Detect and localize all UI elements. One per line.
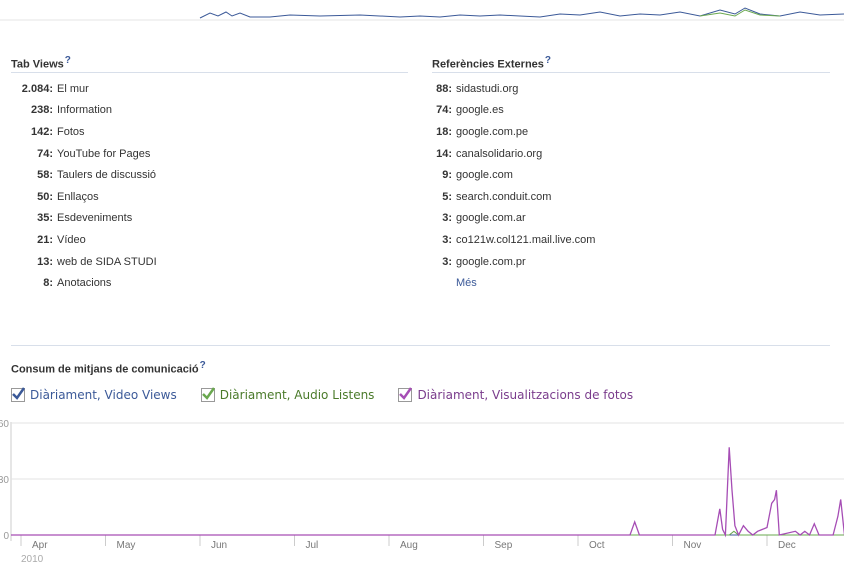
tab-view-row: 142: Fotos <box>0 121 157 143</box>
overview-chart-remnant-svg <box>0 7 844 21</box>
external-ref-count: 14: <box>436 147 452 160</box>
external-ref-row: 74: google.es <box>432 100 595 122</box>
external-ref-row: 3: google.com.pr <box>432 251 595 273</box>
tab-view-row: 21: Vídeo <box>0 229 157 251</box>
tab-view-label: Information <box>57 104 113 117</box>
tab-views-list: 2.084: El mur 238: Information 142: Fotos 74: Y… <box>0 78 157 294</box>
legend-label: Diàriament, Video Views <box>30 388 177 402</box>
tab-view-row: 58: Taulers de discussió <box>0 164 157 186</box>
external-ref-row: 3: google.com.ar <box>432 208 595 230</box>
tab-view-row: 238: Information <box>0 100 157 122</box>
external-ref-row: 3: co121w.col121.mail.live.com <box>432 229 595 251</box>
chart-x-tick-label: Dec <box>778 540 796 551</box>
media-help-icon[interactable]: ? <box>200 360 206 371</box>
tab-view-label: Esdeveniments <box>57 212 133 225</box>
external-ref-count: 5: <box>442 190 452 203</box>
tab-view-count: 58: <box>37 169 53 182</box>
external-ref-count: 88: <box>436 82 452 95</box>
external-ref-label: google.com <box>456 169 513 182</box>
chart-year-label: 2010 <box>21 554 44 565</box>
chart-legend: Diàriament, Video Views Diàriament, Audio… <box>11 387 657 402</box>
chart-x-tick-label: Jul <box>306 540 319 551</box>
overview-line <box>199 7 844 19</box>
external-ref-count: 9: <box>442 169 452 182</box>
external-ref-count: 3: <box>442 233 452 246</box>
chart-x-tick-label: Nov <box>684 540 702 551</box>
tab-view-label: Fotos <box>57 125 85 138</box>
external-ref-row: 9: google.com <box>432 164 595 186</box>
external-ref-count: 18: <box>436 125 452 138</box>
legend-item[interactable]: Diàriament, Visualitzacions de fotos <box>398 387 634 402</box>
tab-view-label: Vídeo <box>57 233 86 246</box>
chart-x-tick-label: May <box>117 540 136 551</box>
media-divider <box>11 345 830 346</box>
external-ref-label: google.com.ar <box>456 212 526 225</box>
legend-label: Diàriament, Visualitzacions de fotos <box>417 388 634 402</box>
tab-view-count: 238: <box>30 104 53 117</box>
external-refs-help-icon[interactable]: ? <box>545 55 551 66</box>
external-ref-count: 74: <box>436 104 452 117</box>
more-link[interactable]: Més <box>456 277 477 289</box>
checkbox-checked-icon[interactable] <box>398 387 413 402</box>
tab-views-divider <box>11 72 408 73</box>
chart-x-tick-label: Aug <box>400 540 418 551</box>
legend-item[interactable]: Diàriament, Video Views <box>11 387 177 402</box>
chart-x-tick-label: Apr <box>32 540 48 551</box>
tab-view-count: 35: <box>37 212 53 225</box>
chart-x-tick-label: Jun <box>211 540 227 551</box>
tab-view-count: 21: <box>37 233 53 246</box>
tab-view-count: 2.084: <box>21 82 53 95</box>
chart-series-line-2 <box>11 447 844 538</box>
tab-view-row: 13: web de SIDA STUDI <box>0 251 157 273</box>
tab-view-label: web de SIDA STUDI <box>57 255 157 268</box>
tab-view-row: 35: Esdeveniments <box>0 208 157 230</box>
tab-view-count: 13: <box>37 255 53 268</box>
external-ref-label: search.conduit.com <box>456 190 552 203</box>
external-refs-divider <box>432 72 830 73</box>
external-ref-count: 3: <box>442 255 452 268</box>
external-ref-row: 5: search.conduit.com <box>432 186 595 208</box>
external-ref-label: google.es <box>456 104 504 117</box>
tab-view-row: 2.084: El mur <box>0 78 157 100</box>
tab-view-count: 50: <box>37 190 53 203</box>
chart-y-tick-label: 60 <box>0 419 9 430</box>
chart-y-tick-label: 30 <box>0 475 9 486</box>
more-row: Més <box>432 272 595 294</box>
tab-view-label: El mur <box>57 82 89 95</box>
legend-label: Diàriament, Audio Listens <box>219 388 375 402</box>
media-title: Consum de mitjans de comunicació? <box>11 360 206 376</box>
chart-y-tick-label: 0 <box>3 531 9 542</box>
checkbox-checked-icon[interactable] <box>200 387 215 402</box>
external-refs-list: 88: sidastudi.org 74: google.es 18: google.co… <box>432 78 595 294</box>
checkbox-checked-icon[interactable] <box>11 387 26 402</box>
chart-x-tick-label: Oct <box>589 540 605 551</box>
media-chart: 0 30 60 Apr May Jun Jul Aug Sep Oct Nov Dec 2010 <box>0 419 844 565</box>
tab-view-label: Taulers de discussió <box>57 169 157 182</box>
tab-views-title: Tab Views? <box>11 55 71 71</box>
external-ref-label: sidastudi.org <box>456 82 519 95</box>
tab-view-label: Anotacions <box>57 277 112 290</box>
external-ref-label: canalsolidario.org <box>456 147 543 160</box>
overview-chart-remnant <box>0 0 844 26</box>
tab-view-count: 142: <box>30 125 53 138</box>
external-ref-label: co121w.col121.mail.live.com <box>456 233 596 246</box>
tab-view-label: YouTube for Pages <box>57 147 151 160</box>
external-ref-row: 14: canalsolidario.org <box>432 143 595 165</box>
external-refs-title: Referències Externes? <box>432 55 552 71</box>
chart-x-tick-label: Sep <box>495 540 513 551</box>
tab-view-count: 74: <box>37 147 53 160</box>
external-ref-count: 3: <box>442 212 452 225</box>
tab-view-row: 50: Enllaços <box>0 186 157 208</box>
external-ref-label: google.com.pr <box>456 255 526 268</box>
tab-view-row: 74: YouTube for Pages <box>0 143 157 165</box>
tab-view-row: 8: Anotacions <box>0 272 157 294</box>
tab-view-count: 8: <box>43 277 53 290</box>
tab-view-label: Enllaços <box>57 190 99 203</box>
legend-item[interactable]: Diàriament, Audio Listens <box>200 387 375 402</box>
external-ref-row: 18: google.com.pe <box>432 121 595 143</box>
external-ref-label: google.com.pe <box>456 125 529 138</box>
external-ref-row: 88: sidastudi.org <box>432 78 595 100</box>
tab-views-help-icon[interactable]: ? <box>65 55 71 66</box>
